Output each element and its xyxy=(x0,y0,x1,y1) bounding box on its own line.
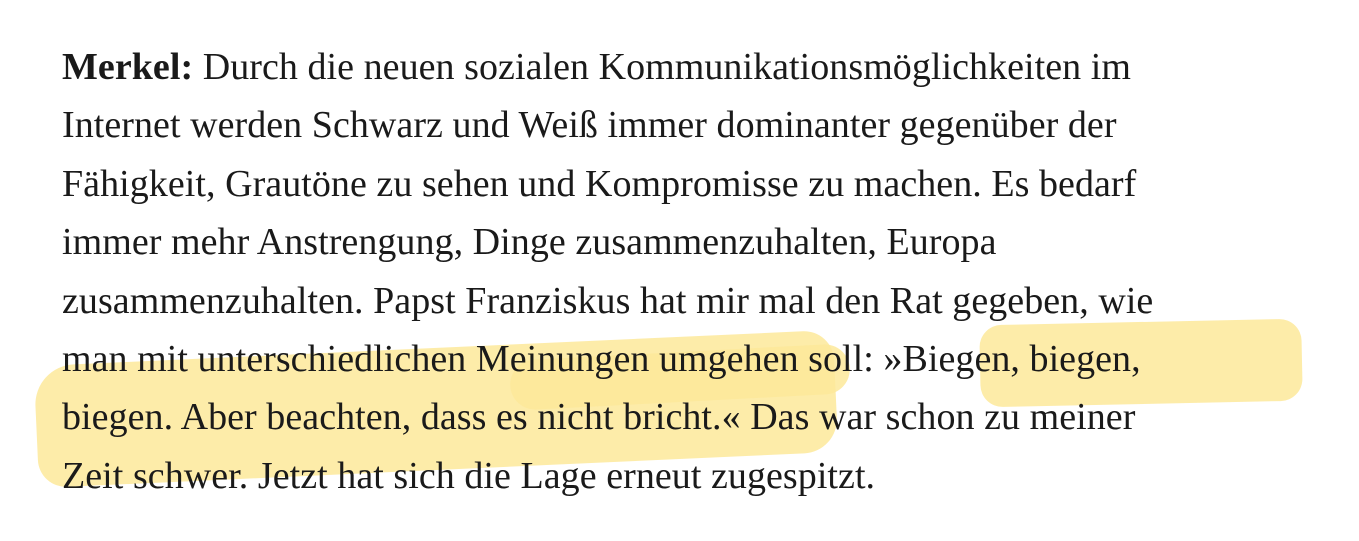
text-line: immer mehr Anstrengung, Dinge zusammenzu… xyxy=(62,221,997,264)
text-line: biegen. Aber beachten, dass es nicht bri… xyxy=(62,396,1136,439)
text-line: man mit unterschiedlichen Meinungen umge… xyxy=(62,338,1141,381)
interview-paragraph: Merkel: Durch die neuen sozialen Kommuni… xyxy=(62,38,1322,505)
speaker-label: Merkel: xyxy=(62,46,194,88)
text-line: zusammenzuhalten. Papst Franziskus hat m… xyxy=(62,279,1154,322)
text-line: Internet werden Schwarz und Weiß immer d… xyxy=(62,104,1117,147)
text-line: Zeit schwer. Jetzt hat sich die Lage ern… xyxy=(62,454,876,497)
text-line: Durch die neuen sozialen Kommunikationsm… xyxy=(202,46,1131,88)
text-line: Fähigkeit, Grautöne zu sehen und Komprom… xyxy=(62,162,1137,205)
document-page: Merkel: Durch die neuen sozialen Kommuni… xyxy=(0,0,1359,541)
